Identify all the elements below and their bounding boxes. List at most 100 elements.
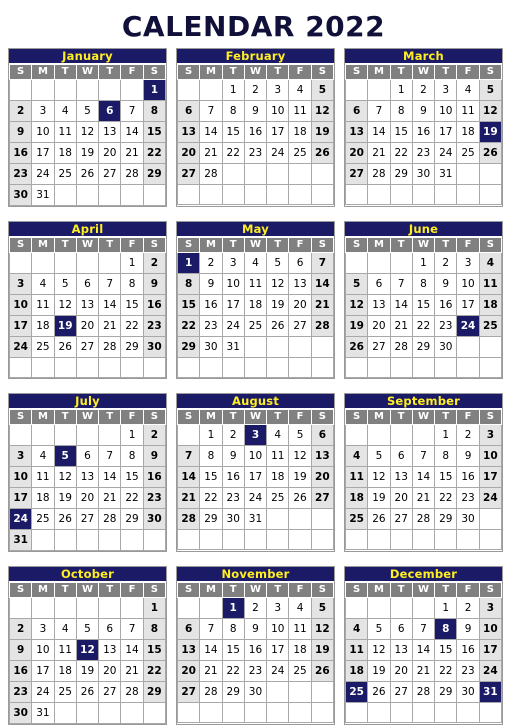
day-cell[interactable]: 22 — [120, 487, 144, 509]
day-cell[interactable]: 7 — [199, 100, 223, 122]
day-cell[interactable]: 14 — [367, 121, 391, 143]
day-cell[interactable]: 22 — [176, 315, 201, 337]
day-cell[interactable]: 1 — [389, 79, 413, 101]
day-cell[interactable]: 22 — [389, 142, 413, 164]
day-cell[interactable]: 30 — [221, 508, 245, 530]
day-cell[interactable]: 9 — [8, 121, 33, 143]
day-cell[interactable]: 16 — [243, 639, 268, 661]
day-cell[interactable]: 11 — [456, 100, 480, 122]
day-cell[interactable]: 22 — [142, 660, 167, 682]
day-cell[interactable]: 7 — [310, 252, 335, 274]
day-cell[interactable]: 11 — [243, 273, 268, 295]
day-cell[interactable]: 19 — [75, 142, 100, 164]
day-cell[interactable]: 23 — [243, 660, 268, 682]
day-cell[interactable]: 4 — [53, 100, 77, 122]
day-cell[interactable]: 26 — [266, 315, 290, 337]
day-cell[interactable]: 15 — [120, 466, 144, 488]
day-cell[interactable]: 29 — [142, 681, 167, 703]
day-cell[interactable]: 6 — [389, 445, 413, 467]
day-cell[interactable]: 25 — [266, 487, 290, 509]
day-cell[interactable]: 10 — [478, 445, 503, 467]
day-cell[interactable]: 21 — [199, 660, 223, 682]
day-cell[interactable]: 16 — [8, 142, 33, 164]
day-cell[interactable]: 6 — [75, 445, 100, 467]
day-cell[interactable]: 28 — [367, 163, 391, 185]
day-cell[interactable]: 28 — [120, 681, 144, 703]
day-cell[interactable]: 8 — [434, 445, 458, 467]
day-cell[interactable]: 17 — [266, 639, 290, 661]
day-cell[interactable]: 21 — [199, 142, 223, 164]
day-cell[interactable]: 10 — [31, 639, 55, 661]
day-cell[interactable]: 21 — [389, 315, 413, 337]
day-cell[interactable]: 31 — [31, 702, 55, 724]
day-cell[interactable]: 30 — [456, 681, 480, 703]
day-cell[interactable]: 1 — [411, 252, 436, 274]
day-cell[interactable]: 23 — [199, 315, 223, 337]
day-cell[interactable]: 30 — [199, 336, 223, 358]
day-cell[interactable]: 2 — [411, 79, 436, 101]
day-cell[interactable]: 29 — [434, 681, 458, 703]
day-cell[interactable]: 25 — [288, 142, 312, 164]
day-cell[interactable]: 15 — [199, 466, 223, 488]
day-cell[interactable]: 17 — [456, 294, 480, 316]
day-cell[interactable]: 30 — [142, 336, 167, 358]
day-cell[interactable]: 21 — [310, 294, 335, 316]
day-cell[interactable]: 9 — [199, 273, 223, 295]
day-cell[interactable]: 19 — [367, 487, 391, 509]
day-cell[interactable]: 23 — [243, 142, 268, 164]
day-cell[interactable]: 6 — [75, 273, 100, 295]
day-cell[interactable]: 4 — [344, 618, 369, 640]
day-cell[interactable]: 14 — [199, 639, 223, 661]
day-cell[interactable]: 29 — [142, 163, 167, 185]
day-cell[interactable]: 25 — [31, 336, 55, 358]
day-cell[interactable]: 3 — [266, 79, 290, 101]
day-cell[interactable]: 25 — [344, 681, 369, 703]
day-cell[interactable]: 1 — [142, 597, 167, 619]
day-cell[interactable]: 14 — [176, 466, 201, 488]
day-cell[interactable]: 1 — [434, 597, 458, 619]
day-cell[interactable]: 5 — [266, 252, 290, 274]
day-cell[interactable]: 21 — [411, 660, 436, 682]
day-cell[interactable]: 7 — [176, 445, 201, 467]
day-cell[interactable]: 14 — [411, 466, 436, 488]
day-cell[interactable]: 23 — [142, 315, 167, 337]
day-cell[interactable]: 26 — [344, 336, 369, 358]
day-cell[interactable]: 8 — [389, 100, 413, 122]
day-cell[interactable]: 17 — [478, 466, 503, 488]
day-cell[interactable]: 29 — [120, 508, 144, 530]
day-cell[interactable]: 7 — [411, 445, 436, 467]
day-cell[interactable]: 15 — [434, 466, 458, 488]
day-cell[interactable]: 16 — [456, 466, 480, 488]
day-cell[interactable]: 5 — [75, 100, 100, 122]
day-cell[interactable]: 30 — [456, 508, 480, 530]
day-cell[interactable]: 11 — [266, 445, 290, 467]
day-cell[interactable]: 7 — [199, 618, 223, 640]
day-cell[interactable]: 15 — [221, 639, 245, 661]
day-cell[interactable]: 14 — [120, 121, 144, 143]
day-cell[interactable]: 21 — [98, 315, 122, 337]
day-cell[interactable]: 9 — [142, 273, 167, 295]
day-cell[interactable]: 28 — [176, 508, 201, 530]
day-cell[interactable]: 25 — [344, 508, 369, 530]
day-cell[interactable]: 6 — [176, 618, 201, 640]
day-cell[interactable]: 8 — [199, 445, 223, 467]
day-cell[interactable]: 11 — [31, 466, 55, 488]
day-cell[interactable]: 13 — [367, 294, 391, 316]
day-cell[interactable]: 15 — [120, 294, 144, 316]
day-cell[interactable]: 27 — [98, 681, 122, 703]
day-cell[interactable]: 20 — [367, 315, 391, 337]
day-cell[interactable]: 24 — [478, 487, 503, 509]
day-cell[interactable]: 30 — [434, 336, 458, 358]
day-cell[interactable]: 14 — [98, 294, 122, 316]
day-cell[interactable]: 3 — [221, 252, 245, 274]
day-cell[interactable]: 24 — [243, 487, 268, 509]
day-cell[interactable]: 13 — [288, 273, 312, 295]
day-cell[interactable]: 31 — [31, 184, 55, 206]
day-cell[interactable]: 13 — [75, 466, 100, 488]
day-cell[interactable]: 15 — [221, 121, 245, 143]
day-cell[interactable]: 1 — [120, 252, 144, 274]
day-cell[interactable]: 12 — [310, 100, 335, 122]
day-cell[interactable]: 28 — [98, 508, 122, 530]
day-cell[interactable]: 4 — [344, 445, 369, 467]
day-cell[interactable]: 24 — [31, 163, 55, 185]
